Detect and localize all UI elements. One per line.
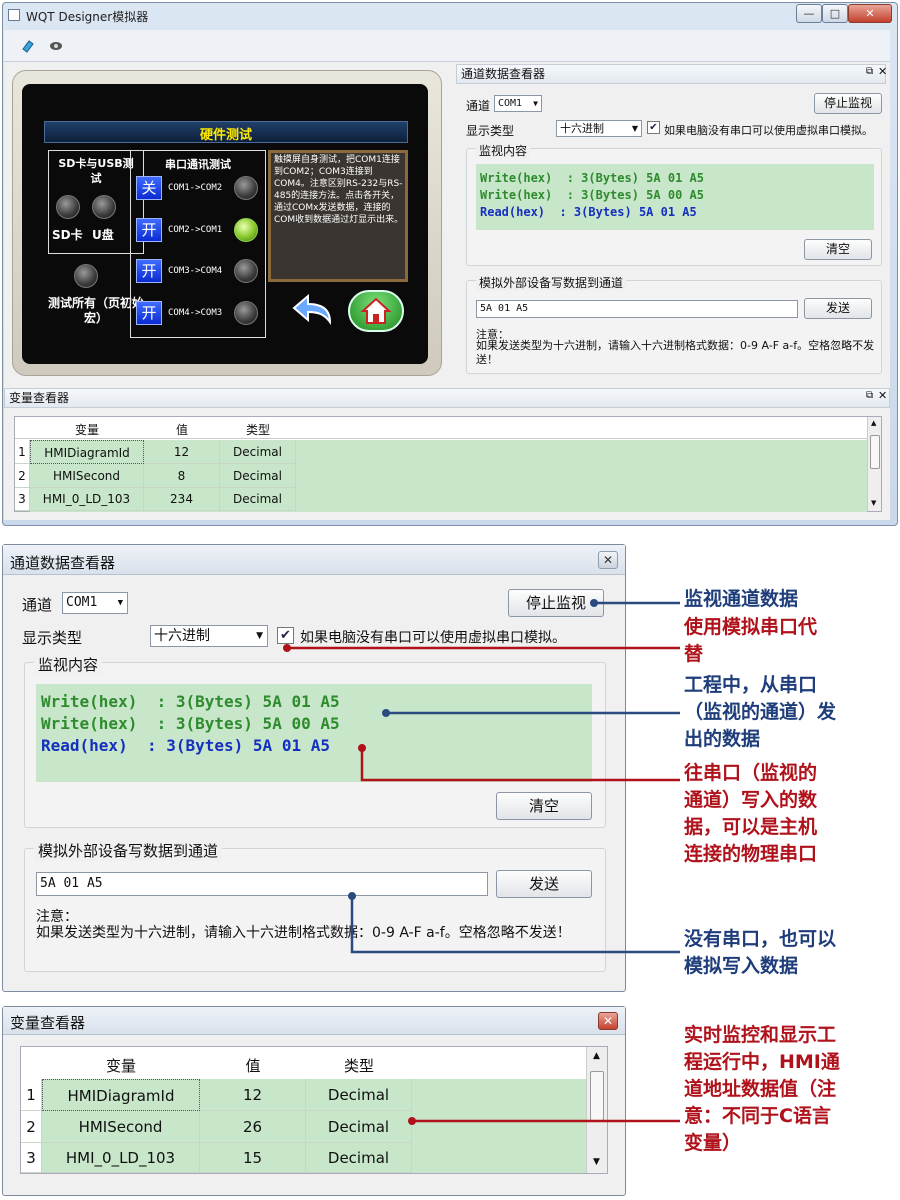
annotation-sent-data: 工程中，从串口（监视的通道）发出的数据 [684,674,837,750]
callout-dot-table [408,1117,416,1125]
callout-dot-write [382,709,390,717]
annotation-simulate-write: 没有串口，也可以模拟写入数据 [684,928,837,977]
callout-dot-virtual [283,644,291,652]
callout-dot-read [358,744,366,752]
annotation-realtime-monitor: 实时监控和显示工程运行中，HMI通道地址数据值（注意：不同于C语言变量） [684,1024,840,1154]
callout-send [350,896,680,954]
callout-dot-stop [590,599,598,607]
annotation-written-data: 往串口（监视的通道）写入的数据，可以是主机连接的物理串口 [684,762,818,865]
callout-dot-send [348,892,356,900]
callout-read-line [360,748,680,782]
annotation-monitor-channel: 监视通道数据 [684,588,799,610]
annotation-virtual-serial: 使用模拟串口代替 [684,616,818,665]
